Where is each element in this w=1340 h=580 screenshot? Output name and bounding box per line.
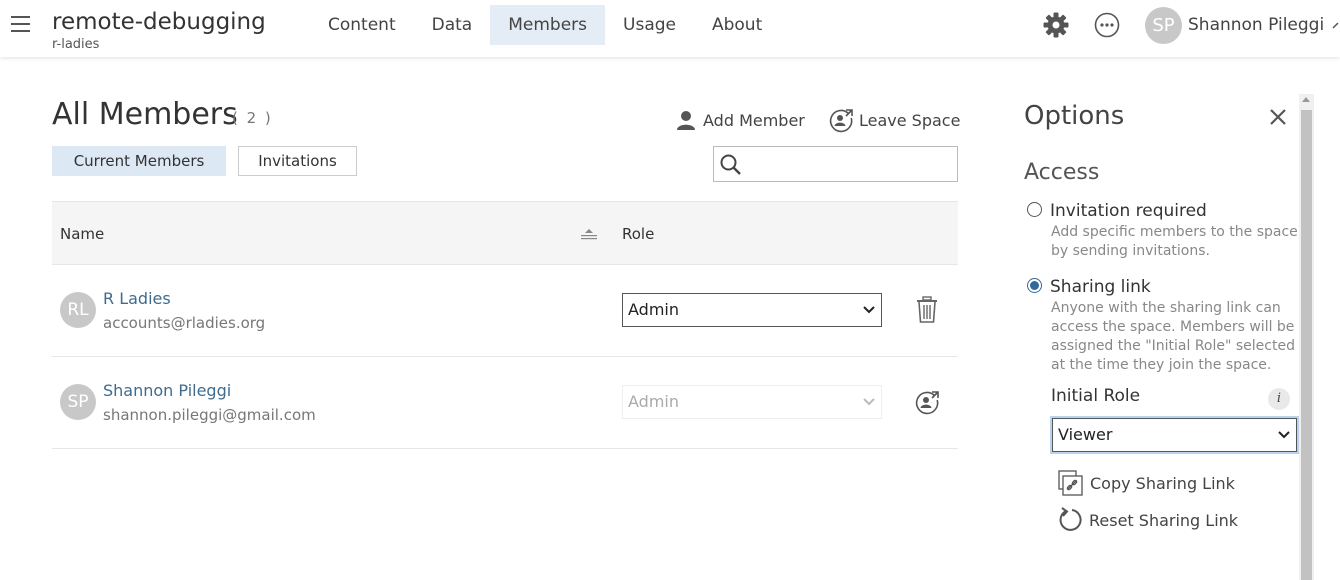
chevron-down-icon	[1278, 431, 1290, 439]
table-header: Name Role	[52, 201, 958, 265]
member-count: ( 2 )	[232, 109, 273, 127]
initial-role-select[interactable]: Viewer	[1052, 418, 1297, 452]
member-name[interactable]: R Ladies	[103, 289, 171, 308]
member-email: accounts@rladies.org	[103, 314, 266, 332]
table-row: RL R Ladies accounts@rladies.org Admin	[52, 265, 958, 357]
invitation-label[interactable]: Invitation required	[1050, 201, 1207, 221]
member-name[interactable]: Shannon Pileggi	[103, 381, 231, 400]
role-value: Admin	[628, 392, 679, 411]
project-subtitle: r-ladies	[52, 37, 100, 52]
access-heading: Access	[1024, 160, 1100, 185]
page-title: All Members	[52, 97, 238, 132]
initial-role-value: Viewer	[1058, 425, 1113, 444]
top-header: remote-debugging r-ladies Content Data M…	[0, 0, 1340, 57]
member-email: shannon.pileggi@gmail.com	[103, 406, 316, 424]
leave-icon[interactable]	[914, 388, 940, 416]
avatar: SP	[60, 384, 96, 420]
search-input[interactable]	[748, 151, 953, 177]
leave-space-label: Leave Space	[859, 110, 961, 130]
project-title: remote-debugging	[52, 9, 266, 35]
options-title: Options	[1024, 101, 1125, 131]
leave-space-button[interactable]: Leave Space	[828, 107, 960, 133]
copy-link-icon	[1058, 470, 1083, 496]
invitation-radio[interactable]	[1027, 202, 1042, 217]
sharing-link-label[interactable]: Sharing link	[1050, 277, 1151, 297]
user-name[interactable]: Shannon Pileggi	[1188, 15, 1324, 35]
scrollbar-thumb[interactable]	[1301, 110, 1312, 580]
sharing-link-description: Anyone with the sharing link can access …	[1051, 300, 1295, 373]
role-select: Admin	[622, 385, 882, 419]
role-value: Admin	[628, 300, 679, 319]
person-icon	[677, 111, 695, 130]
copy-sharing-link-label: Copy Sharing Link	[1090, 473, 1235, 493]
table-row: SP Shannon Pileggi shannon.pileggi@gmail…	[52, 357, 958, 449]
nav-about[interactable]: About	[694, 5, 780, 45]
user-avatar[interactable]: SP	[1145, 7, 1182, 44]
reset-sharing-link-label: Reset Sharing Link	[1089, 510, 1239, 530]
sharing-link-radio[interactable]	[1027, 278, 1042, 293]
main-nav: Content Data Members Usage About	[310, 5, 780, 45]
nav-members[interactable]: Members	[490, 5, 606, 45]
scroll-up-icon[interactable]	[1302, 97, 1310, 102]
search-box	[713, 146, 958, 182]
avatar: RL	[60, 292, 96, 328]
tab-current-members[interactable]: Current Members	[52, 146, 226, 176]
hamburger-menu-icon[interactable]	[11, 16, 30, 32]
close-icon[interactable]	[1269, 108, 1287, 126]
sort-icon[interactable]	[580, 227, 598, 241]
copy-sharing-link-button[interactable]: Copy Sharing Link	[1058, 469, 1235, 497]
add-member-label: Add Member	[703, 110, 805, 130]
options-scrollbar[interactable]	[1299, 94, 1314, 580]
reset-sharing-link-button[interactable]: Reset Sharing Link	[1058, 506, 1238, 534]
add-member-button[interactable]: Add Member	[676, 107, 805, 133]
reset-icon	[1059, 507, 1082, 531]
nav-data[interactable]: Data	[414, 5, 491, 45]
column-header-name[interactable]: Name	[60, 225, 104, 243]
nav-usage[interactable]: Usage	[605, 5, 694, 45]
search-icon	[720, 154, 741, 175]
chevron-down-icon	[863, 398, 875, 406]
chevron-down-icon[interactable]	[1332, 12, 1340, 32]
role-select[interactable]: Admin	[622, 293, 882, 327]
column-header-role[interactable]: Role	[622, 225, 654, 243]
leave-icon	[829, 109, 853, 133]
gear-icon[interactable]	[1042, 11, 1070, 39]
chevron-down-icon	[863, 306, 875, 314]
initial-role-label: Initial Role	[1051, 386, 1141, 406]
info-icon[interactable]: i	[1268, 388, 1290, 410]
tab-invitations[interactable]: Invitations	[238, 146, 357, 176]
invitation-description: Add specific members to the space by sen…	[1051, 224, 1298, 259]
more-options-icon[interactable]	[1094, 12, 1120, 38]
trash-icon[interactable]	[914, 296, 940, 324]
nav-content[interactable]: Content	[310, 5, 414, 45]
